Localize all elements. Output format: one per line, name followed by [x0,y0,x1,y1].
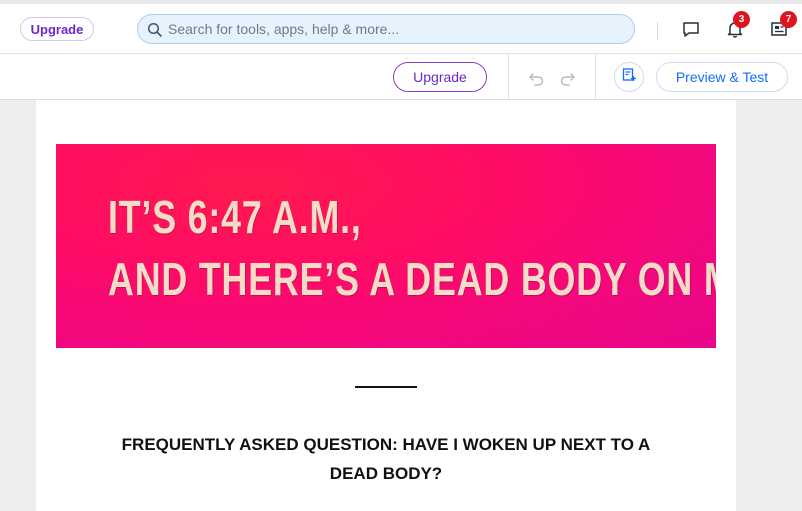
redo-icon[interactable] [557,68,577,88]
toolbar-divider [508,54,509,101]
hero-banner[interactable]: IT’S 6:47 A.M., AND THERE’S A DEAD BODY … [56,144,716,348]
search-bar[interactable] [137,14,635,44]
top-bar: Upgrade 3 7 [0,0,802,53]
page-add-icon [621,67,637,88]
upgrade-pill-button[interactable]: Upgrade [20,17,94,41]
search-input[interactable] [168,15,628,43]
notifications-badge: 3 [733,11,750,28]
banner-line-2: AND THERE’S A DEAD BODY ON MY BED [108,253,716,305]
topbar-divider [657,22,658,40]
page-settings-button[interactable] [614,62,644,92]
divider-line [355,386,417,388]
toolbar-divider [595,54,596,101]
banner-line-1: IT’S 6:47 A.M., [108,191,362,243]
updates-badge: 7 [780,11,797,28]
chat-icon [681,19,701,44]
chat-button[interactable] [680,20,702,42]
editor-canvas: IT’S 6:47 A.M., AND THERE’S A DEAD BODY … [36,100,736,511]
upgrade-button[interactable]: Upgrade [393,62,487,92]
undo-icon[interactable] [527,68,547,88]
editor-toolbar: Upgrade Preview & Test [0,53,802,101]
preview-test-button[interactable]: Preview & Test [656,62,788,92]
search-icon [147,22,163,38]
faq-heading: FREQUENTLY ASKED QUESTION: HAVE I WOKEN … [121,435,651,483]
